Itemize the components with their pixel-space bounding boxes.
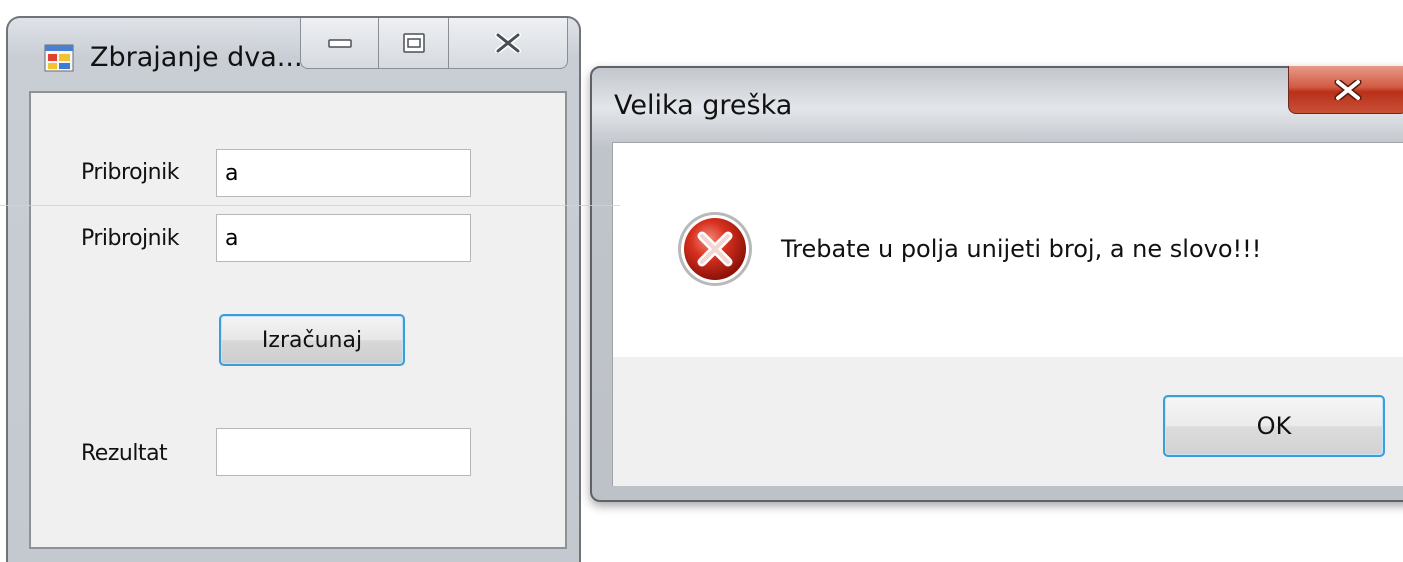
close-button[interactable] bbox=[449, 18, 567, 68]
app-form-icon bbox=[44, 44, 74, 72]
maximize-icon bbox=[402, 33, 425, 53]
calculate-button[interactable]: Izračunaj bbox=[219, 314, 405, 366]
addend1-label: Pribrojnik bbox=[81, 160, 179, 185]
error-icon bbox=[675, 209, 755, 289]
minimize-icon bbox=[327, 39, 352, 48]
close-icon bbox=[1334, 79, 1362, 100]
addend2-label: Pribrojnik bbox=[81, 226, 179, 251]
dialog-title: Velika greška bbox=[614, 90, 793, 121]
ok-button[interactable]: OK bbox=[1163, 395, 1385, 457]
desktop: Zbrajanje dva... Pribrojnik a Pribrojnik… bbox=[0, 0, 1403, 562]
caption-buttons bbox=[300, 18, 568, 69]
dialog-close-button[interactable] bbox=[1288, 66, 1403, 114]
addend2-input[interactable] bbox=[216, 214, 471, 262]
addend1-input[interactable] bbox=[216, 149, 471, 197]
dialog-button-bar: OK bbox=[613, 357, 1403, 486]
maximize-button[interactable] bbox=[379, 18, 449, 68]
minimize-button[interactable] bbox=[301, 18, 379, 68]
result-input[interactable] bbox=[216, 428, 471, 476]
form-client-area: Pribrojnik Pribrojnik Izračunaj Rezultat bbox=[29, 91, 567, 549]
main-titlebar[interactable]: Zbrajanje dva... bbox=[8, 18, 579, 92]
result-label: Rezultat bbox=[81, 441, 168, 466]
window-title: Zbrajanje dva... bbox=[90, 42, 303, 73]
close-icon bbox=[495, 33, 521, 53]
error-dialog: Velika greška Trebate u polja unijeti br… bbox=[590, 66, 1403, 502]
main-window: Zbrajanje dva... Pribrojnik a Pribrojnik… bbox=[6, 16, 581, 562]
dialog-content: Trebate u polja unijeti broj, a ne slovo… bbox=[612, 142, 1403, 486]
dialog-message: Trebate u polja unijeti broj, a ne slovo… bbox=[781, 235, 1262, 263]
